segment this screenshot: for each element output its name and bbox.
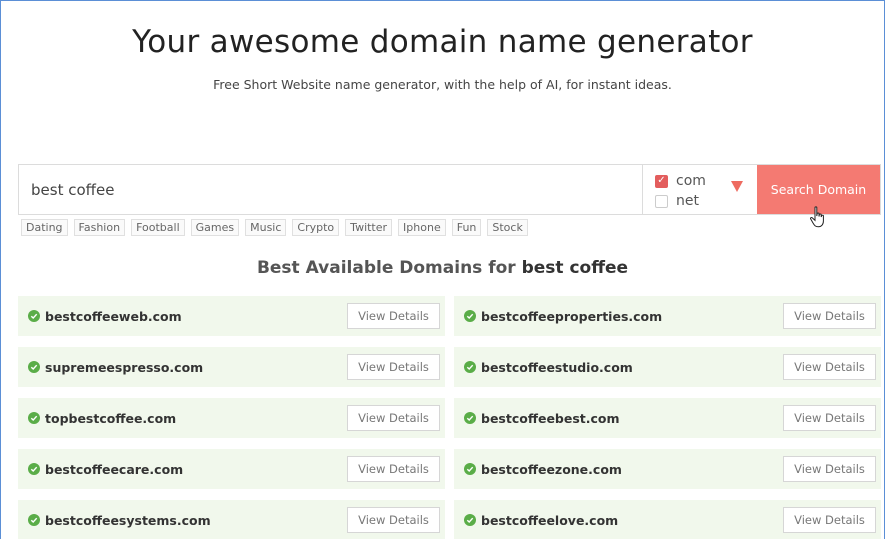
tag-games[interactable]: Games	[190, 219, 240, 236]
tag-fun[interactable]: Fun	[451, 219, 482, 236]
check-circle-icon	[464, 412, 476, 424]
domain-name: bestcoffeesystems.com	[45, 512, 211, 528]
domain-card: bestcoffeebest.com View Details	[454, 398, 881, 438]
view-details-button[interactable]: View Details	[783, 303, 876, 329]
tag-football[interactable]: Football	[131, 219, 185, 236]
view-details-button[interactable]: View Details	[347, 354, 440, 380]
results-title-prefix: Best Available Domains for	[256, 258, 516, 278]
check-circle-icon	[28, 463, 40, 475]
tag-list: Dating Fashion Football Games Music Cryp…	[21, 219, 528, 236]
tag-fashion[interactable]: Fashion	[73, 219, 126, 236]
check-circle-icon	[28, 412, 40, 424]
domain-card: bestcoffeeproperties.com View Details	[454, 296, 881, 336]
domain-name: topbestcoffee.com	[45, 410, 177, 426]
domain-name: bestcoffeelove.com	[481, 512, 619, 528]
tag-crypto[interactable]: Crypto	[292, 219, 340, 236]
extension-selector[interactable]: ✓ com net	[642, 165, 757, 214]
hand-pointer-icon	[809, 206, 824, 228]
domain-card: bestcoffeeweb.com View Details	[18, 296, 445, 336]
domain-card: bestcoffeecare.com View Details	[18, 449, 445, 489]
page-title: Your awesome domain name generator	[132, 24, 753, 60]
results-title-query: best coffee	[521, 258, 629, 278]
tag-twitter[interactable]: Twitter	[345, 219, 393, 236]
check-circle-icon	[464, 361, 476, 373]
domain-name: supremeespresso.com	[45, 359, 204, 375]
domain-card: bestcoffeesystems.com View Details	[18, 500, 445, 539]
view-details-button[interactable]: View Details	[783, 405, 876, 431]
check-circle-icon	[28, 514, 40, 526]
domain-card: topbestcoffee.com View Details	[18, 398, 445, 438]
domain-card: bestcoffeelove.com View Details	[454, 500, 881, 539]
domain-name: bestcoffeeweb.com	[45, 308, 182, 324]
domain-card: bestcoffeestudio.com View Details	[454, 347, 881, 387]
domain-card: bestcoffeezone.com View Details	[454, 449, 881, 489]
view-details-button[interactable]: View Details	[347, 456, 440, 482]
check-circle-icon	[28, 361, 40, 373]
check-circle-icon	[464, 310, 476, 322]
results-title: Best Available Domains for best coffee	[0, 258, 885, 278]
net-checkbox[interactable]	[655, 194, 668, 208]
extension-label: net	[676, 193, 699, 209]
domain-name: bestcoffeebest.com	[481, 410, 620, 426]
extension-option-net[interactable]: net	[655, 191, 757, 211]
dropdown-arrow-icon[interactable]	[731, 181, 743, 192]
domain-name: bestcoffeeproperties.com	[481, 308, 663, 324]
check-circle-icon	[464, 514, 476, 526]
check-circle-icon	[464, 463, 476, 475]
domain-results-grid: bestcoffeeweb.com View Details bestcoffe…	[18, 296, 881, 539]
domain-name: bestcoffeezone.com	[481, 461, 622, 477]
extension-label: com	[676, 173, 706, 189]
search-bar: ✓ com net Search Domain	[18, 164, 881, 215]
tag-dating[interactable]: Dating	[21, 219, 68, 236]
view-details-button[interactable]: View Details	[783, 507, 876, 533]
search-input[interactable]	[19, 165, 642, 214]
domain-name: bestcoffeestudio.com	[481, 359, 633, 375]
domain-name: bestcoffeecare.com	[45, 461, 184, 477]
tag-music[interactable]: Music	[245, 219, 287, 236]
view-details-button[interactable]: View Details	[783, 456, 876, 482]
tag-iphone[interactable]: Iphone	[398, 219, 446, 236]
domain-card: supremeespresso.com View Details	[18, 347, 445, 387]
view-details-button[interactable]: View Details	[347, 303, 440, 329]
com-checkbox[interactable]: ✓	[655, 174, 668, 188]
view-details-button[interactable]: View Details	[347, 405, 440, 431]
view-details-button[interactable]: View Details	[347, 507, 440, 533]
tag-stock[interactable]: Stock	[487, 219, 528, 236]
view-details-button[interactable]: View Details	[783, 354, 876, 380]
page-subtitle: Free Short Website name generator, with …	[213, 77, 672, 92]
check-circle-icon	[28, 310, 40, 322]
